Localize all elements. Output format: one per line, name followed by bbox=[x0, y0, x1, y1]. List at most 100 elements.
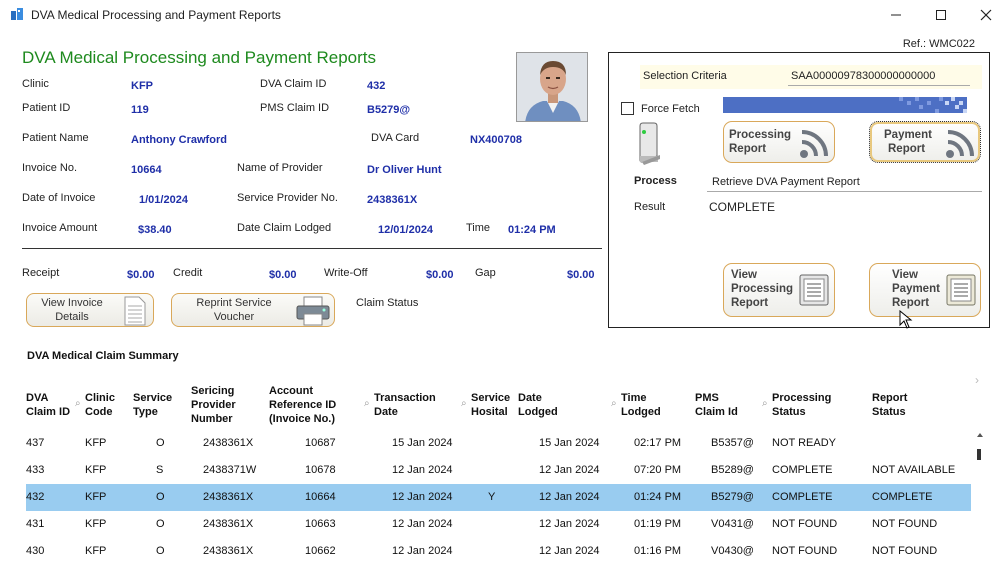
table-cell: 2438361X bbox=[203, 545, 254, 557]
column-header[interactable]: Service Hosital bbox=[471, 391, 510, 419]
table-row[interactable]: 431 KFP O 2438361X 10663 12 Jan 2024 12 Jan 20… bbox=[26, 511, 971, 538]
force-fetch-checkbox[interactable] bbox=[621, 102, 634, 115]
column-header[interactable]: Account Reference ID (Invoice No.) bbox=[269, 384, 336, 426]
view-invoice-label-2: Details bbox=[55, 311, 89, 323]
search-icon[interactable]: ⌕ bbox=[461, 398, 467, 409]
fetch-device-icon bbox=[636, 122, 662, 169]
gap-label: Gap bbox=[475, 267, 496, 279]
table-cell: 2438361X bbox=[203, 437, 254, 449]
view-payment-label-2: Payment bbox=[892, 283, 940, 295]
column-header-label: Processing bbox=[772, 392, 832, 404]
table-cell: COMPLETE bbox=[772, 464, 833, 476]
column-header[interactable]: Transaction Date bbox=[374, 391, 436, 419]
table-cell: 12 Jan 2024 bbox=[539, 464, 600, 476]
table-cell: NOT FOUND bbox=[872, 518, 938, 530]
view-invoice-label-1: View Invoice bbox=[41, 297, 103, 309]
column-header[interactable]: Service Type bbox=[133, 391, 172, 419]
minimize-button[interactable] bbox=[882, 4, 910, 26]
invoice-date-value: 1/01/2024 bbox=[139, 194, 188, 206]
column-header-label: DVA bbox=[26, 392, 49, 404]
view-payment-label-3: Report bbox=[892, 297, 930, 309]
table-cell: 433 bbox=[26, 464, 45, 476]
table-cell: 431 bbox=[26, 518, 45, 530]
signal-icon bbox=[798, 126, 832, 163]
column-header-label: Claim ID bbox=[26, 406, 71, 418]
table-cell: B5279@ bbox=[711, 491, 754, 503]
table-cell: 12 Jan 2024 bbox=[392, 491, 453, 503]
processing-report-label-1: Processing bbox=[729, 129, 791, 141]
table-cell: NOT READY bbox=[772, 437, 836, 449]
processing-report-button[interactable]: Processing Report bbox=[723, 121, 835, 163]
table-cell: KFP bbox=[85, 545, 107, 557]
table-cell: NOT FOUND bbox=[772, 518, 838, 530]
table-cell: 01:16 PM bbox=[634, 545, 682, 557]
report-icon bbox=[946, 274, 976, 309]
table-cell: O bbox=[156, 491, 165, 503]
column-header[interactable]: Time Lodged bbox=[621, 391, 661, 419]
column-header-label: Status bbox=[772, 406, 806, 418]
table-cell: 10664 bbox=[305, 491, 336, 503]
column-header[interactable]: Date Lodged bbox=[518, 391, 558, 419]
view-processing-label-2: Processing bbox=[731, 283, 793, 295]
column-header-label: Hosital bbox=[471, 406, 508, 418]
divider bbox=[22, 248, 602, 249]
column-header-label: Type bbox=[133, 406, 158, 418]
column-header[interactable]: Clinic Code bbox=[85, 391, 115, 419]
payment-report-button[interactable]: Payment Report bbox=[869, 121, 981, 163]
table-cell: 10663 bbox=[305, 518, 336, 530]
table-cell: 12 Jan 2024 bbox=[392, 518, 453, 530]
table-row[interactable]: 430 KFP O 2438361X 10662 12 Jan 2024 12 Jan 20… bbox=[26, 538, 971, 565]
column-header-label: Reference ID bbox=[269, 399, 337, 411]
column-header[interactable]: Sericing Provider Number bbox=[191, 384, 236, 426]
view-invoice-details-button[interactable]: View Invoice Details bbox=[26, 293, 154, 327]
window-title: DVA Medical Processing and Payment Repor… bbox=[31, 8, 281, 22]
date-lodged-label: Date Claim Lodged bbox=[237, 222, 332, 234]
clinic-value: KFP bbox=[131, 80, 153, 92]
table-cell: 12 Jan 2024 bbox=[539, 545, 600, 557]
search-icon[interactable]: ⌕ bbox=[762, 398, 768, 409]
table-cell: 2438361X bbox=[203, 518, 254, 530]
search-icon[interactable]: ⌕ bbox=[611, 398, 617, 409]
table-cell: 01:19 PM bbox=[634, 518, 682, 530]
maximize-button[interactable] bbox=[927, 4, 955, 26]
table-cell: B5357@ bbox=[711, 437, 754, 449]
chevron-right-icon[interactable]: › bbox=[975, 373, 979, 387]
table-cell: 2438371W bbox=[203, 464, 257, 476]
clinic-label: Clinic bbox=[22, 78, 49, 90]
dva-claim-id-value: 432 bbox=[367, 80, 386, 92]
column-header-label: Account bbox=[269, 385, 313, 397]
column-header[interactable]: DVA Claim ID bbox=[26, 391, 70, 419]
payment-report-label-1: Payment bbox=[884, 129, 932, 141]
patient-photo bbox=[516, 52, 588, 122]
column-header-label: Service bbox=[471, 392, 511, 404]
selection-criteria-input[interactable]: SAA00000978300000000000 bbox=[788, 68, 970, 86]
invoice-no-label: Invoice No. bbox=[22, 162, 78, 174]
column-header[interactable]: Processing Status bbox=[772, 391, 831, 419]
app-icon bbox=[10, 7, 24, 21]
view-processing-report-button[interactable]: View Processing Report bbox=[723, 263, 835, 317]
close-button[interactable] bbox=[972, 4, 1000, 26]
table-row[interactable]: 432 KFP O 2438361X 10664 12 Jan 2024 Y 12 Jan 2… bbox=[26, 484, 971, 511]
process-value: Retrieve DVA Payment Report bbox=[712, 176, 860, 188]
column-header-label: Lodged bbox=[621, 406, 661, 418]
search-icon[interactable]: ⌕ bbox=[364, 398, 370, 409]
column-header-label: Claim Id bbox=[695, 406, 738, 418]
table-cell: O bbox=[156, 437, 165, 449]
search-icon[interactable]: ⌕ bbox=[75, 398, 81, 409]
table-cell: 437 bbox=[26, 437, 45, 449]
table-cell: NOT FOUND bbox=[772, 545, 838, 557]
process-label: Process bbox=[634, 175, 677, 187]
table-cell: 01:24 PM bbox=[634, 491, 682, 503]
provider-name-value: Dr Oliver Hunt bbox=[367, 164, 442, 176]
table-cell: 07:20 PM bbox=[634, 464, 682, 476]
column-header[interactable]: PMS Claim Id bbox=[695, 391, 738, 419]
view-payment-report-button[interactable]: View Payment Report bbox=[869, 263, 981, 317]
column-header-label: Lodged bbox=[518, 406, 558, 418]
provider-no-value: 2438361X bbox=[367, 194, 418, 206]
reprint-service-voucher-button[interactable]: Reprint Service Voucher bbox=[171, 293, 335, 327]
table-cell: 15 Jan 2024 bbox=[392, 437, 453, 449]
vertical-scrollbar[interactable] bbox=[975, 430, 985, 554]
column-header[interactable]: Report Status bbox=[872, 391, 907, 419]
table-row[interactable]: 437 KFP O 2438361X 10687 15 Jan 2024 15 Jan 20… bbox=[26, 430, 971, 457]
table-row[interactable]: 433 KFP S 2438371W 10678 12 Jan 2024 12 Jan 20… bbox=[26, 457, 971, 484]
